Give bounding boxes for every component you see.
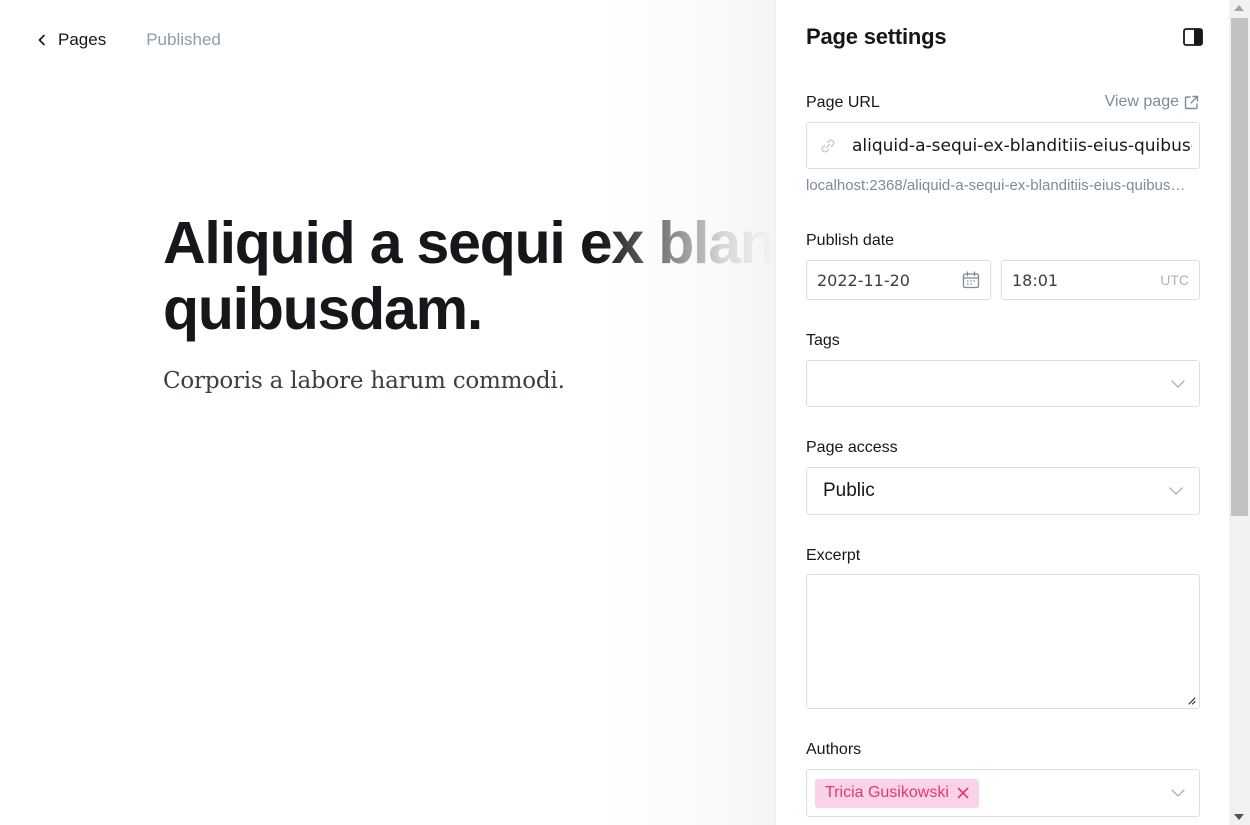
chevron-down-icon bbox=[1171, 379, 1185, 388]
publish-date-label: Publish date bbox=[806, 232, 895, 249]
author-name: Tricia Gusikowski bbox=[825, 784, 949, 801]
page-url-preview: localhost:2368/aliquid-a-sequi-ex-blandi… bbox=[806, 177, 1191, 194]
view-page-link[interactable]: View page bbox=[1105, 93, 1199, 111]
timezone-label: UTC bbox=[1160, 272, 1189, 288]
tags-label: Tags bbox=[806, 332, 840, 349]
back-to-pages-link[interactable]: Pages bbox=[36, 30, 106, 50]
link-icon bbox=[821, 138, 835, 153]
excerpt-label: Excerpt bbox=[806, 547, 861, 564]
page-url-field bbox=[806, 122, 1200, 169]
scroll-up-arrow[interactable] bbox=[1234, 5, 1244, 11]
external-link-icon bbox=[1184, 95, 1199, 109]
calendar-icon[interactable] bbox=[962, 271, 980, 289]
view-page-label: View page bbox=[1104, 93, 1179, 110]
publish-time-field[interactable]: UTC bbox=[1001, 260, 1200, 300]
editor-overlay-fade bbox=[600, 0, 775, 825]
editor-canvas: Pages Published Aliquid a sequi ex bland… bbox=[0, 0, 775, 825]
settings-header: Page settings bbox=[806, 22, 1203, 52]
chevron-down-icon bbox=[1171, 789, 1185, 797]
panel-scrollbar[interactable] bbox=[1229, 0, 1250, 825]
post-title-line-2: quibusdam. bbox=[163, 276, 483, 342]
authors-select[interactable]: Tricia Gusikowski bbox=[806, 769, 1200, 817]
authors-label: Authors bbox=[806, 741, 862, 758]
publish-time-input[interactable] bbox=[1012, 270, 1132, 290]
page-access-label: Page access bbox=[806, 439, 898, 456]
page-url-input[interactable] bbox=[852, 135, 1192, 156]
post-status: Published bbox=[146, 30, 221, 49]
post-excerpt-preview[interactable]: Corporis a labore harum commodi. bbox=[163, 368, 565, 394]
page-access-value: Public bbox=[823, 480, 875, 501]
page-access-select[interactable]: Public bbox=[806, 467, 1200, 515]
scroll-down-arrow[interactable] bbox=[1234, 814, 1244, 820]
page-url-label: Page URL bbox=[806, 94, 880, 111]
resize-grip-icon[interactable] bbox=[1186, 695, 1196, 705]
post-title-line-1: Aliquid a sequi ex blanditiis eius bbox=[163, 210, 775, 276]
sidebar-toggle-icon[interactable] bbox=[1183, 28, 1203, 46]
post-title[interactable]: Aliquid a sequi ex blanditiis eius quibu… bbox=[163, 210, 775, 342]
settings-panel: Page settings Page URL View page localho… bbox=[775, 0, 1229, 825]
chevron-down-icon bbox=[1169, 487, 1183, 495]
settings-title: Page settings bbox=[806, 24, 947, 49]
excerpt-field bbox=[806, 574, 1200, 709]
publish-date-input[interactable] bbox=[817, 270, 937, 290]
author-chip: Tricia Gusikowski bbox=[815, 778, 979, 808]
close-icon[interactable] bbox=[957, 787, 969, 799]
publish-date-field[interactable] bbox=[806, 260, 991, 300]
back-link-label: Pages bbox=[58, 30, 107, 49]
chevron-left-icon bbox=[38, 34, 45, 46]
scrollbar-thumb[interactable] bbox=[1231, 18, 1248, 516]
excerpt-textarea[interactable] bbox=[807, 575, 1199, 708]
editor-topbar: Pages Published bbox=[36, 28, 221, 52]
tags-select[interactable] bbox=[806, 360, 1200, 407]
